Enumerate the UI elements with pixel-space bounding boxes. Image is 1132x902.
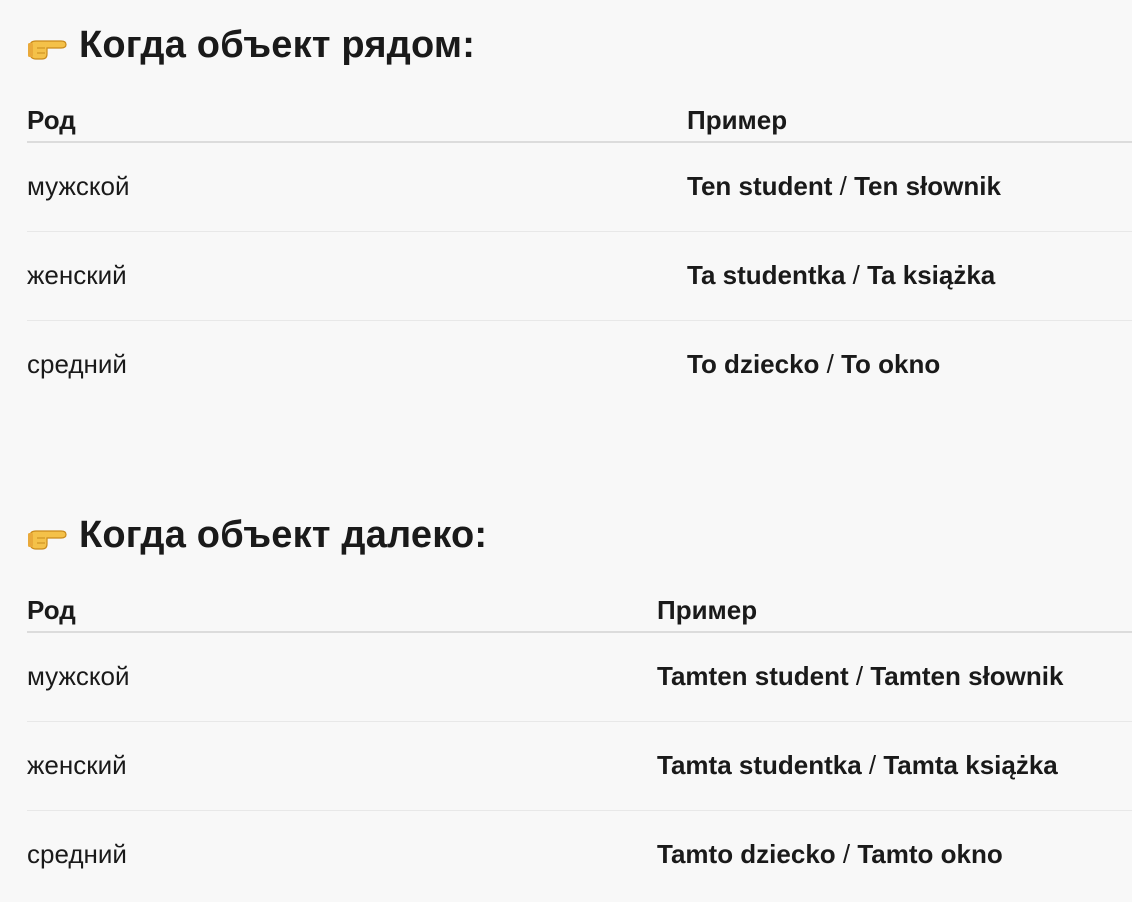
example-cell: Ta studentka / Ta książka	[687, 231, 1132, 320]
section-heading: Когда объект далеко:	[27, 508, 1132, 562]
section-title: Когда объект далеко:	[79, 513, 488, 556]
example-object: Ta książka	[867, 260, 996, 290]
gender-cell: средний	[27, 349, 127, 380]
example-separator: /	[848, 661, 871, 692]
column-header-gender: Род	[27, 105, 76, 135]
example-separator: /	[819, 349, 842, 380]
example-near: Tamta studentka	[657, 750, 862, 780]
example-object: Ten słownik	[854, 171, 1001, 202]
section-heading: Когда объект рядом:	[27, 18, 1132, 72]
column-header-gender: Род	[27, 595, 76, 625]
column-header-example: Пример	[657, 595, 758, 625]
example-separator: /	[835, 839, 858, 870]
example-near: To dziecko	[687, 349, 820, 380]
example-object: Tamta książka	[883, 750, 1058, 780]
example-cell: Ten student / Ten słownik	[687, 142, 1132, 231]
example-cell: To dziecko / To okno	[687, 320, 1132, 409]
gender-cell: средний	[27, 839, 127, 870]
gender-cell: мужской	[27, 171, 130, 202]
column-header-example: Пример	[687, 105, 788, 135]
pointing-hand-icon	[27, 30, 69, 60]
pointing-hand-icon	[27, 520, 69, 550]
example-cell: Tamta studentka / Tamta książka	[657, 721, 1132, 810]
table-row: средний Tamto dziecko / Tamto okno	[27, 810, 1132, 899]
table-row: средний To dziecko / To okno	[27, 320, 1132, 409]
table-row: женский Ta studentka / Ta książka	[27, 231, 1132, 320]
table-row: женский Tamta studentka / Tamta książka	[27, 721, 1132, 810]
example-near: Tamten student	[657, 661, 849, 692]
example-near: Tamto dziecko	[657, 839, 836, 870]
example-near: Ta studentka	[687, 260, 846, 290]
section-near: Когда объект рядом: Род Пример мужской T…	[27, 18, 1132, 409]
gender-cell: женский	[27, 750, 127, 780]
example-separator: /	[861, 750, 884, 780]
gender-cell: мужской	[27, 661, 130, 692]
table-header-row: Род Пример	[27, 105, 1132, 142]
example-object: Tamten słownik	[870, 661, 1064, 692]
table-header-row: Род Пример	[27, 595, 1132, 632]
section-title: Когда объект рядом:	[79, 23, 476, 66]
demonstratives-table: Род Пример мужской Ten student / Ten sło…	[27, 105, 1132, 409]
gender-cell: женский	[27, 260, 127, 290]
example-cell: Tamto dziecko / Tamto okno	[657, 810, 1132, 899]
example-object: To okno	[841, 349, 941, 380]
example-separator: /	[845, 260, 868, 290]
section-far: Когда объект далеко: Род Пример мужской …	[27, 508, 1132, 899]
table-row: мужской Ten student / Ten słownik	[27, 142, 1132, 231]
table-row: мужской Tamten student / Tamten słownik	[27, 632, 1132, 721]
example-separator: /	[832, 171, 855, 202]
example-near: Ten student	[687, 171, 833, 202]
demonstratives-table: Род Пример мужской Tamten student / Tamt…	[27, 595, 1132, 899]
example-cell: Tamten student / Tamten słownik	[657, 632, 1132, 721]
example-object: Tamto okno	[857, 839, 1003, 870]
page: Когда объект рядом: Род Пример мужской T…	[0, 0, 1132, 902]
